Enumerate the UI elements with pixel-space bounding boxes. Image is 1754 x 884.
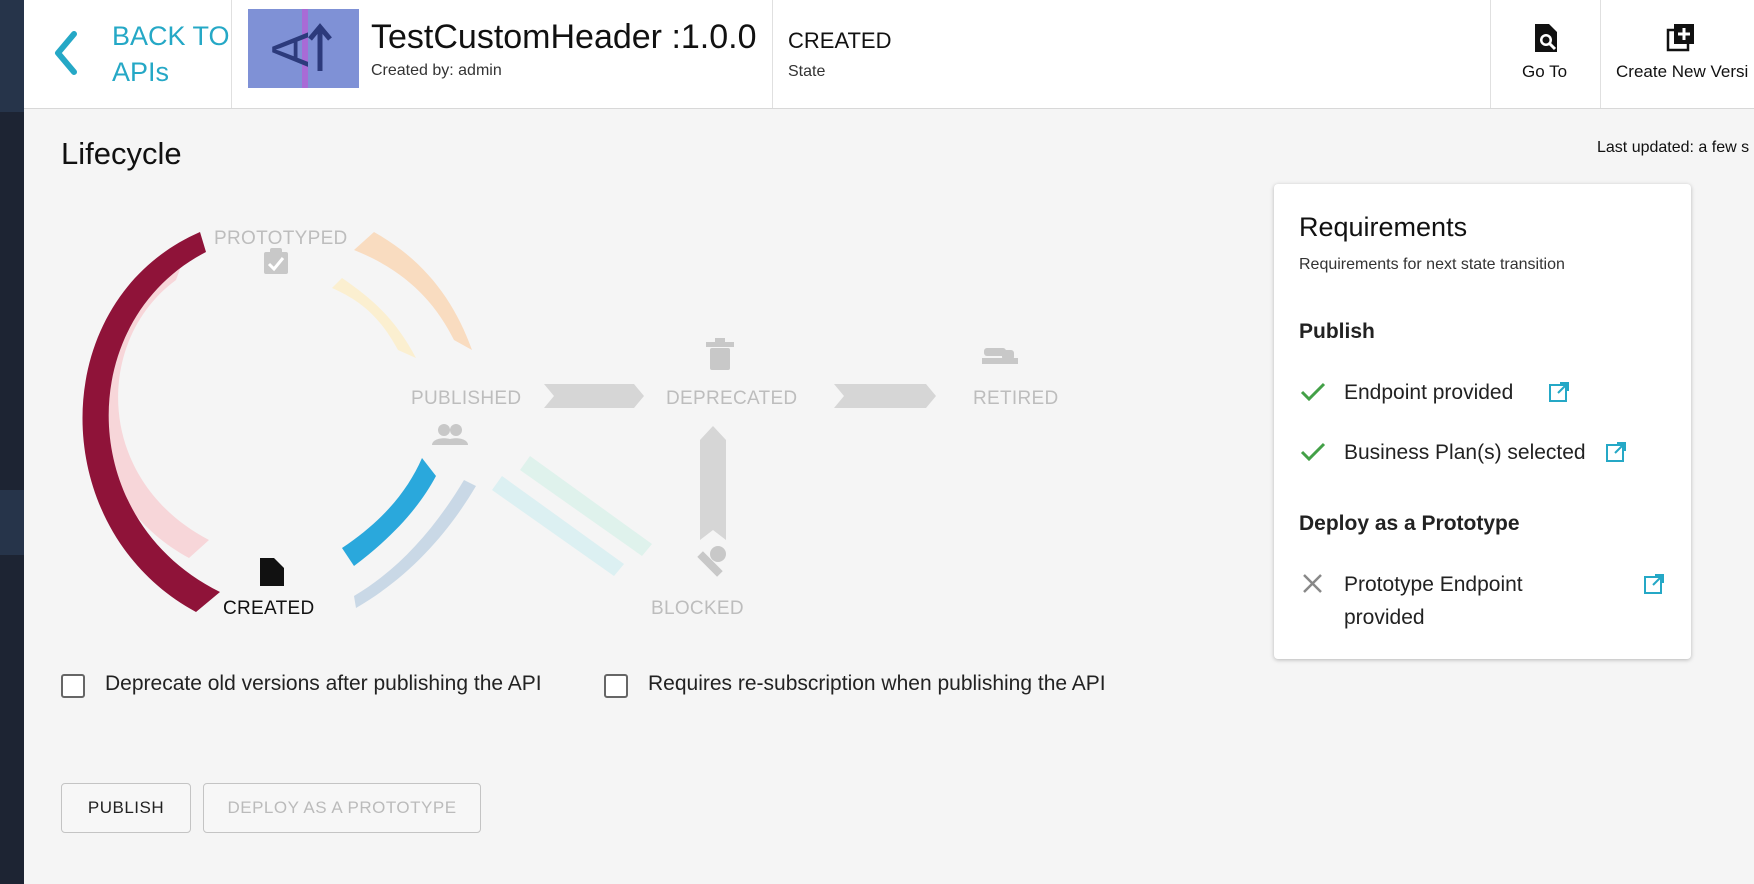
api-created-by: Created by: admin: [371, 62, 502, 79]
left-nav-rail-segment: [0, 0, 24, 112]
deprecate-old-label: Deprecate old versions after publishing …: [105, 672, 542, 695]
group-icon: [432, 424, 468, 445]
state-prototyped: PROTOTYPED: [214, 228, 348, 249]
add-copy-icon: [1666, 24, 1694, 52]
api-header: BACK TO APIs A TestCustomHeader :1.0.0 C…: [24, 0, 1754, 109]
requirements-panel: Requirements Requirements for next state…: [1274, 184, 1691, 659]
state-created: CREATED: [223, 598, 315, 619]
back-to-apis-label: BACK TO APIs: [112, 21, 230, 87]
state-published: PUBLISHED: [411, 388, 522, 409]
prototyped-to-published-arrow: [354, 232, 472, 350]
search-document-icon: [1535, 24, 1557, 52]
create-new-version-label: Create New Versi: [1616, 62, 1749, 81]
deploy-as-prototype-button[interactable]: DEPLOY AS A PROTOTYPE: [203, 783, 481, 833]
api-thumbnail: A: [248, 9, 359, 88]
require-resubscription-checkbox[interactable]: [604, 674, 628, 698]
api-info: A TestCustomHeader :1.0.0 Created by: ad…: [232, 0, 773, 108]
publish-button[interactable]: PUBLISH: [61, 783, 191, 833]
chevron-left-icon: [55, 31, 77, 75]
blocked-to-deprecated-arrow: [700, 426, 726, 540]
go-to-button[interactable]: Go To: [1491, 0, 1601, 108]
requirements-title: Requirements: [1299, 212, 1468, 242]
requirement-text: Business Plan(s) selected: [1344, 441, 1586, 464]
external-link-icon[interactable]: [1643, 573, 1665, 595]
require-resubscription-label: Requires re-subscription when publishing…: [648, 672, 1106, 695]
requirement-text: Endpoint provided: [1344, 381, 1514, 404]
go-to-label: Go To: [1522, 62, 1568, 81]
requirement-text: Prototype Endpoint provided: [1344, 573, 1523, 629]
page-title: Lifecycle: [61, 136, 182, 171]
cross-icon: [1303, 574, 1322, 593]
state-deprecated: DEPRECATED: [666, 388, 798, 409]
left-nav-rail-segment: [0, 490, 24, 555]
state-retired: RETIRED: [973, 388, 1059, 409]
api-title: TestCustomHeader :1.0.0: [371, 18, 757, 56]
last-updated: Last updated: a few s: [1597, 139, 1750, 156]
prototyped-to-created-arrow[interactable]: [82, 232, 221, 612]
requirements-section-title: Publish: [1299, 320, 1375, 343]
api-state-label: State: [788, 63, 826, 80]
api-state-value: CREATED: [788, 28, 892, 53]
deprecate-old-checkbox[interactable]: [61, 674, 85, 698]
api-state: CREATED State: [773, 0, 1491, 108]
clipboard-check-icon: [264, 248, 288, 274]
trash-icon: [706, 338, 734, 370]
create-new-version-button[interactable]: Create New Versi: [1601, 0, 1754, 108]
external-link-icon[interactable]: [1548, 381, 1570, 403]
state-blocked: BLOCKED: [651, 598, 744, 619]
published-to-prototyped-arrow: [332, 278, 416, 358]
back-to-apis-button[interactable]: BACK TO APIs: [24, 0, 232, 108]
check-icon: [1300, 442, 1326, 462]
requirements-section-title: Deploy as a Prototype: [1299, 512, 1520, 535]
bed-icon: [982, 348, 1018, 364]
document-icon: [260, 558, 284, 586]
external-link-icon[interactable]: [1605, 441, 1627, 463]
published-to-deprecated-arrow: [544, 384, 644, 408]
check-icon: [1300, 382, 1326, 402]
requirements-subtitle: Requirements for next state transition: [1299, 256, 1565, 273]
wrench-icon: [697, 546, 726, 577]
deprecated-to-retired-arrow: [834, 384, 936, 408]
lifecycle-diagram: PROTOTYPED PUBLISHED DEPRECATED RETIRED …: [24, 200, 1084, 640]
left-nav-rail: [0, 0, 24, 884]
